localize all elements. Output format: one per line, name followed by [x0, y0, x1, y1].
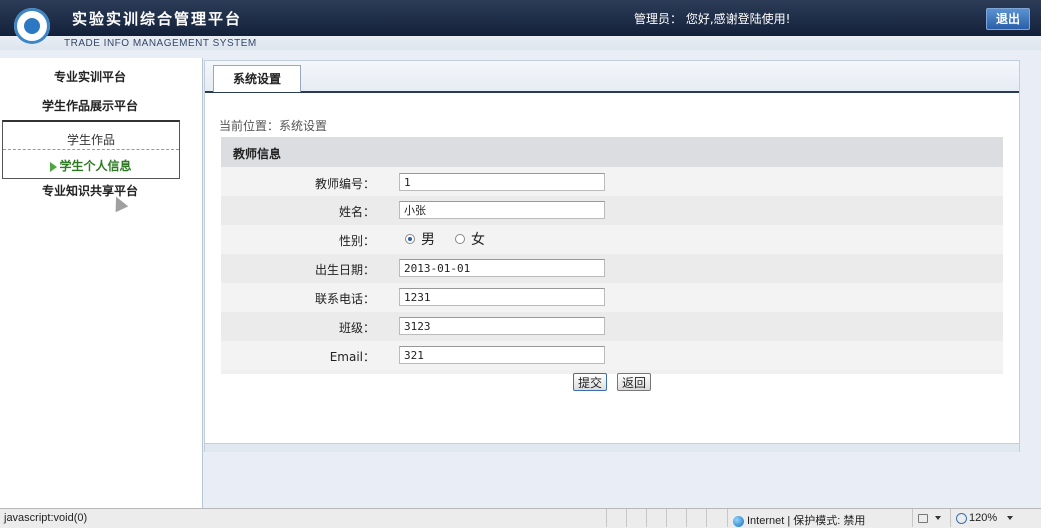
submenu-divider	[3, 149, 179, 150]
phone-input[interactable]: 1231	[399, 288, 605, 306]
gender-male-radio[interactable]	[405, 234, 415, 244]
sidebar-item-knowledge[interactable]: 专业知识共享平台	[0, 182, 180, 199]
panel-footer	[205, 443, 1019, 452]
sidebar: 专业实训平台 学生作品展示平台 学生作品 学生个人信息 专业知识共享平台	[0, 58, 203, 508]
submenu-item-student-info-label: 学生个人信息	[59, 159, 132, 173]
app-subtitle: TRADE INFO MANAGEMENT SYSTEM	[64, 38, 257, 49]
lock-icon	[918, 513, 928, 523]
sidebar-submenu: 学生作品 学生个人信息	[2, 120, 180, 179]
email-input[interactable]: 321	[399, 346, 605, 364]
security-zone[interactable]: Internet | 保护模式: 禁用	[727, 509, 908, 527]
birth-date-input[interactable]: 2013-01-01	[399, 259, 605, 277]
sidebar-item-showcase[interactable]: 学生作品展示平台	[0, 97, 180, 114]
welcome-text: 您好,感谢登陆使用!	[685, 12, 791, 26]
browser-statusbar: javascript:void(0) Internet | 保护模式: 禁用 1…	[0, 508, 1041, 527]
sidebar-item-training[interactable]: 专业实训平台	[0, 68, 180, 85]
tab-bar: 系统设置	[205, 61, 1019, 93]
zoom-icon	[956, 512, 967, 524]
status-cell	[686, 509, 707, 527]
submenu-item-student-info[interactable]: 学生个人信息	[3, 157, 179, 174]
section-title: 教师信息	[233, 147, 282, 161]
chevron-down-icon	[935, 516, 941, 521]
teacher-id-label: 教师编号：	[314, 177, 375, 191]
logo-icon	[14, 8, 50, 44]
app-title: 实验实训综合管理平台	[72, 10, 243, 28]
status-cell	[626, 509, 647, 527]
submenu-item-student-works[interactable]: 学生作品	[3, 131, 179, 148]
gender-label: 性别：	[338, 234, 375, 248]
content-area: 当前位置：系统设置 教师信息 教师编号： 1 姓名： 小张 性别： 男 女 出生…	[205, 93, 1019, 443]
name-label: 姓名：	[338, 205, 375, 219]
arrow-right-icon	[50, 161, 58, 172]
tab-system-settings[interactable]: 系统设置	[213, 65, 301, 92]
status-cell	[606, 509, 627, 527]
status-cell	[706, 509, 727, 527]
status-url: javascript:void(0)	[4, 512, 88, 524]
class-input[interactable]: 3123	[399, 317, 605, 335]
section-header: 教师信息	[221, 137, 1003, 167]
teacher-id-input[interactable]: 1	[399, 173, 605, 191]
main-panel: 系统设置 当前位置：系统设置 教师信息 教师编号： 1 姓名： 小张 性别： 男…	[204, 60, 1020, 452]
protected-mode-menu[interactable]	[912, 509, 947, 527]
class-label: 班级：	[338, 321, 375, 335]
status-cell	[646, 509, 667, 527]
zoom-level: 120%	[969, 512, 998, 524]
zone-text: Internet | 保护模式: 禁用	[747, 515, 866, 527]
app-header: 实验实训综合管理平台 TRADE INFO MANAGEMENT SYSTEM …	[0, 0, 1041, 50]
birth-date-label: 出生日期：	[314, 263, 375, 277]
gender-female-label: 女	[471, 232, 485, 248]
status-cell	[666, 509, 687, 527]
admin-label: 管理员：	[634, 12, 683, 26]
logout-button[interactable]: 退出	[986, 8, 1030, 30]
name-input[interactable]: 小张	[399, 201, 605, 219]
back-button[interactable]: 返回	[617, 373, 651, 391]
phone-label: 联系电话：	[314, 292, 375, 306]
gender-female-radio[interactable]	[455, 234, 465, 244]
teacher-info-form: 教师信息 教师编号： 1 姓名： 小张 性别： 男 女 出生日期： 2013-0…	[221, 137, 1003, 374]
submit-button[interactable]: 提交	[573, 373, 607, 391]
user-greeting: 管理员： 您好,感谢登陆使用!	[634, 10, 790, 27]
chevron-down-icon	[1007, 516, 1014, 521]
globe-icon	[733, 515, 744, 527]
gender-male-label: 男	[421, 232, 435, 248]
breadcrumb: 当前位置：系统设置	[219, 119, 328, 133]
zoom-menu[interactable]: 120%	[950, 509, 1041, 527]
email-label: Email：	[329, 350, 375, 364]
